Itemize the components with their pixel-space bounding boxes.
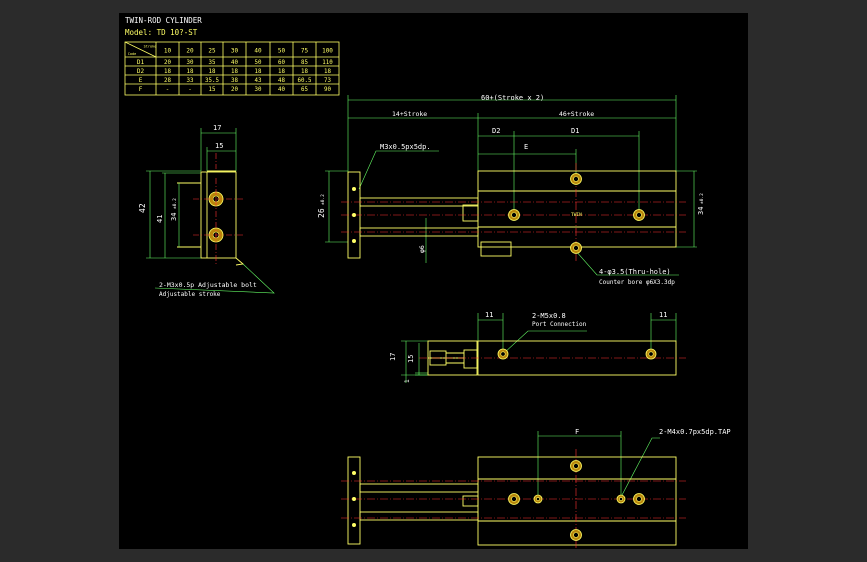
table-cell: 50 xyxy=(255,60,262,66)
bottom-view: F 2-M4x0.7px5dp.TAP xyxy=(341,428,731,549)
table-corner-code: Code xyxy=(128,52,136,56)
model-label: Model: TD 10?-ST xyxy=(125,28,198,37)
table-cell: 15 xyxy=(209,87,216,93)
table-cell: 60.5 xyxy=(298,78,312,84)
table-cell: 30 xyxy=(187,60,194,66)
table-cell: 28 xyxy=(164,78,171,84)
table-cell: - xyxy=(188,87,192,93)
table-cell: 20 xyxy=(231,87,238,93)
top-view: 60+(Stroke x 2) 14+Stroke 46+Stroke D2 D… xyxy=(317,94,705,286)
cad-viewport[interactable]: TWIN-ROD CYLINDER Model: TD 10?-ST Strok… xyxy=(119,13,748,549)
port-connection-note: Port Connection xyxy=(532,321,587,328)
table-corner-stroke: Stroke xyxy=(144,45,157,49)
dim-w15: 15 xyxy=(215,142,223,150)
drawing-title: TWIN-ROD CYLINDER xyxy=(125,16,202,25)
table-header-cell: 30 xyxy=(231,48,239,55)
tap-top-note: M3x0.5px5dp. xyxy=(380,143,431,151)
dim-e: E xyxy=(524,143,528,151)
table-cell: 73 xyxy=(324,78,331,84)
table-cell: 35 xyxy=(209,60,216,66)
dim-h26: 26 xyxy=(317,208,326,218)
table-cell: 90 xyxy=(324,87,331,93)
dim-right-seg: 46+Stroke xyxy=(559,110,594,118)
dim-w17: 17 xyxy=(213,124,221,132)
dim-overall: 60+(Stroke x 2) xyxy=(481,94,544,102)
adjustable-stroke-note: Adjustable stroke xyxy=(159,291,221,298)
table-row-code: D1 xyxy=(137,59,145,66)
port-note: 2-M5x0.8 xyxy=(532,312,566,320)
table-cell: 20 xyxy=(164,60,171,66)
dim-left-seg: 14+Stroke xyxy=(392,110,427,118)
dim-h41: 41 xyxy=(156,215,164,223)
table-header-cell: 10 xyxy=(164,48,172,55)
dim-h42: 42 xyxy=(138,203,147,213)
table-row-code: D2 xyxy=(137,68,145,75)
dim-v15: 15 xyxy=(407,355,415,363)
spec-table-text: Stroke Code 10 20 25 30 40 50 75 100 D1 20 30 35 40 50 6… xyxy=(128,45,334,94)
dim-h34-tol: ±0.2 xyxy=(172,198,178,209)
counter-bore-note: Counter bore φ6X3.3dp xyxy=(599,279,675,286)
dim-dia6: φ6 xyxy=(418,245,426,253)
dim-11-left: 11 xyxy=(485,311,493,319)
side-view: 11 11 2-M5x0.8 Port Connection 17 15 1 xyxy=(389,311,686,383)
table-cell: 85 xyxy=(301,60,308,66)
table-cell: 38 xyxy=(231,78,238,84)
table-header-cell: 50 xyxy=(278,48,286,55)
table-cell: 18 xyxy=(187,69,194,75)
end-view: 17 15 42 41 34 ±0.2 2-M3x0.5p Adjustable… xyxy=(138,124,275,298)
table-header-cell: 40 xyxy=(254,48,262,55)
table-cell: 18 xyxy=(231,69,238,75)
table-header-cell: 20 xyxy=(186,48,194,55)
table-cell: 110 xyxy=(322,60,333,66)
table-cell: 30 xyxy=(255,87,262,93)
technical-drawing: TWIN-ROD CYLINDER Model: TD 10?-ST Strok… xyxy=(124,16,731,549)
dim-h34-right: 34 xyxy=(697,207,705,215)
table-row-code: E xyxy=(139,77,143,84)
dim-d1: D1 xyxy=(571,127,579,135)
dim-h34-right-tol: ±0.2 xyxy=(699,193,705,204)
dim-11-right: 11 xyxy=(659,311,667,319)
dim-v17: 17 xyxy=(389,353,397,361)
body-mark: TWIN xyxy=(571,212,582,218)
table-cell: - xyxy=(166,87,170,93)
tap-bottom-note: 2-M4x0.7px5dp.TAP xyxy=(659,428,731,436)
table-cell: 18 xyxy=(255,69,262,75)
table-cell: 43 xyxy=(255,78,262,84)
table-cell: 18 xyxy=(278,69,285,75)
table-cell: 18 xyxy=(209,69,216,75)
table-cell: 33 xyxy=(187,78,194,84)
adjustable-bolt-note: 2-M3x0.5p Adjustable bolt xyxy=(159,281,257,289)
table-row-code: F xyxy=(139,86,143,93)
table-cell: 18 xyxy=(164,69,171,75)
table-cell: 18 xyxy=(324,69,331,75)
dim-f: F xyxy=(575,428,579,436)
thru-hole-note: 4-φ3.5(Thru-hole) xyxy=(599,268,671,276)
table-cell: 48 xyxy=(278,78,285,84)
table-cell: 18 xyxy=(301,69,308,75)
table-header-cell: 75 xyxy=(301,48,309,55)
table-cell: 40 xyxy=(231,60,238,66)
dim-v1: 1 xyxy=(404,379,411,383)
table-cell: 60 xyxy=(278,60,285,66)
table-header-cell: 25 xyxy=(208,48,216,55)
dim-d2: D2 xyxy=(492,127,500,135)
table-cell: 65 xyxy=(301,87,308,93)
table-cell: 35.5 xyxy=(205,78,219,84)
dim-h26-tol: ±0.2 xyxy=(320,194,326,205)
dim-h34: 34 xyxy=(170,213,178,221)
table-header-cell: 100 xyxy=(322,48,333,55)
table-cell: 40 xyxy=(278,87,285,93)
